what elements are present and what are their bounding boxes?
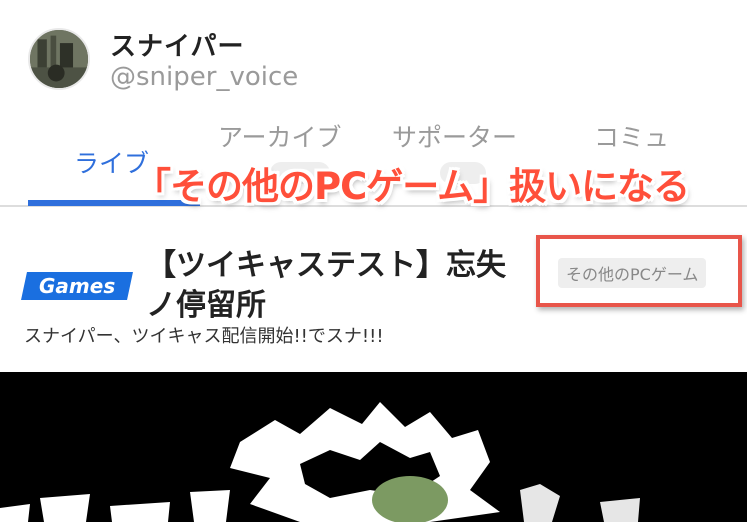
tab-archive[interactable]: アーカイブ: [218, 118, 342, 154]
stream-subtitle: スナイパー、ツイキャス配信開始!!でスナ!!!: [24, 326, 384, 347]
avatar[interactable]: [28, 28, 90, 90]
stream-info: Games 【ツイキャステスト】忘失ノ停留所 その他のPCゲーム スナイパー、ツ…: [0, 230, 747, 370]
stream-title: 【ツイキャステスト】忘失ノ停留所: [146, 248, 506, 323]
annotation-caption: 「その他のPCゲーム」扱いになる: [134, 165, 690, 208]
video-player[interactable]: [0, 372, 747, 522]
profile-handle: @sniper_voice: [110, 62, 299, 92]
profile-name: スナイパー: [110, 32, 245, 62]
video-frame: [0, 372, 747, 522]
profile-header: スナイパー @sniper_voice: [28, 26, 728, 96]
games-badge[interactable]: Games: [21, 272, 133, 300]
games-badge-label: Games: [38, 274, 116, 298]
avatar-image: [30, 30, 88, 88]
category-tag[interactable]: その他のPCゲーム: [558, 258, 707, 288]
tab-community[interactable]: コミュ: [594, 118, 669, 154]
tab-supporter[interactable]: サポーター: [392, 118, 517, 154]
